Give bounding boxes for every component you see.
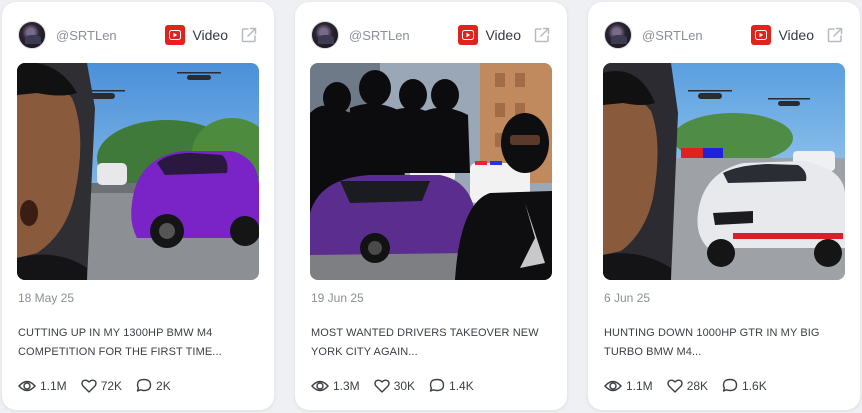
- views-count: 1.1M: [626, 378, 653, 393]
- heart-icon: [373, 379, 390, 393]
- comments-stat: 1.4K: [429, 378, 474, 393]
- comment-icon: [429, 378, 445, 392]
- comment-icon: [722, 378, 738, 392]
- eye-icon: [604, 380, 622, 391]
- views-stat: 1.1M: [604, 379, 653, 393]
- channel-handle[interactable]: @SRTLen: [349, 28, 458, 43]
- likes-stat: 30K: [373, 378, 416, 393]
- video-card[interactable]: @SRTLen Video 18 May 25 CUTTING UP IN MY…: [2, 2, 274, 410]
- comments-count: 1.6K: [742, 378, 767, 393]
- stats-row: 1.1M 28K 1.6K: [604, 378, 781, 393]
- avatar[interactable]: [18, 21, 46, 49]
- channel-handle[interactable]: @SRTLen: [56, 28, 165, 43]
- likes-stat: 72K: [80, 378, 123, 393]
- views-stat: 1.3M: [311, 379, 360, 393]
- comments-count: 2K: [156, 378, 171, 393]
- card-header: @SRTLen Video: [604, 18, 844, 52]
- views-stat: 1.1M: [18, 379, 67, 393]
- likes-count: 72K: [100, 378, 123, 393]
- views-count: 1.3M: [333, 378, 360, 393]
- video-thumbnail[interactable]: [603, 63, 845, 280]
- post-date: 18 May 25: [18, 291, 75, 305]
- youtube-icon: [458, 25, 479, 45]
- likes-count: 30K: [393, 378, 416, 393]
- stats-row: 1.1M 72K 2K: [18, 378, 185, 393]
- likes-count: 28K: [686, 378, 709, 393]
- heart-icon: [666, 379, 683, 393]
- views-count: 1.1M: [40, 378, 67, 393]
- comments-stat: 2K: [136, 378, 171, 393]
- external-link-icon[interactable]: [533, 26, 551, 44]
- video-title[interactable]: CUTTING UP IN MY 1300HP BMW M4 COMPETITI…: [18, 324, 254, 362]
- comments-stat: 1.6K: [722, 378, 767, 393]
- post-date: 6 Jun 25: [604, 291, 651, 305]
- card-header: @SRTLen Video: [18, 18, 258, 52]
- youtube-icon: [751, 25, 772, 45]
- comments-count: 1.4K: [449, 378, 474, 393]
- post-date: 19 Jun 25: [311, 291, 364, 305]
- platform-label: Video: [485, 27, 521, 43]
- video-title[interactable]: MOST WANTED DRIVERS TAKEOVER NEW YORK CI…: [311, 324, 547, 362]
- video-card[interactable]: @SRTLen Video 6 Jun 25 HUNTING DOWN 1000…: [588, 2, 860, 410]
- eye-icon: [18, 380, 36, 391]
- external-link-icon[interactable]: [240, 26, 258, 44]
- comment-icon: [136, 378, 152, 392]
- external-link-icon[interactable]: [826, 26, 844, 44]
- eye-icon: [311, 380, 329, 391]
- platform-label: Video: [778, 27, 814, 43]
- avatar[interactable]: [604, 21, 632, 49]
- avatar[interactable]: [311, 21, 339, 49]
- channel-handle[interactable]: @SRTLen: [642, 28, 751, 43]
- heart-icon: [80, 379, 97, 393]
- platform-label: Video: [192, 27, 228, 43]
- video-thumbnail[interactable]: [17, 63, 259, 280]
- video-thumbnail[interactable]: [310, 63, 552, 280]
- stats-row: 1.3M 30K 1.4K: [311, 378, 488, 393]
- youtube-icon: [165, 25, 186, 45]
- likes-stat: 28K: [666, 378, 709, 393]
- card-header: @SRTLen Video: [311, 18, 551, 52]
- video-title[interactable]: HUNTING DOWN 1000HP GTR IN MY BIG TURBO …: [604, 324, 840, 362]
- video-card[interactable]: @SRTLen Video 19 Jun 25 MOST WANTED DRIV…: [295, 2, 567, 410]
